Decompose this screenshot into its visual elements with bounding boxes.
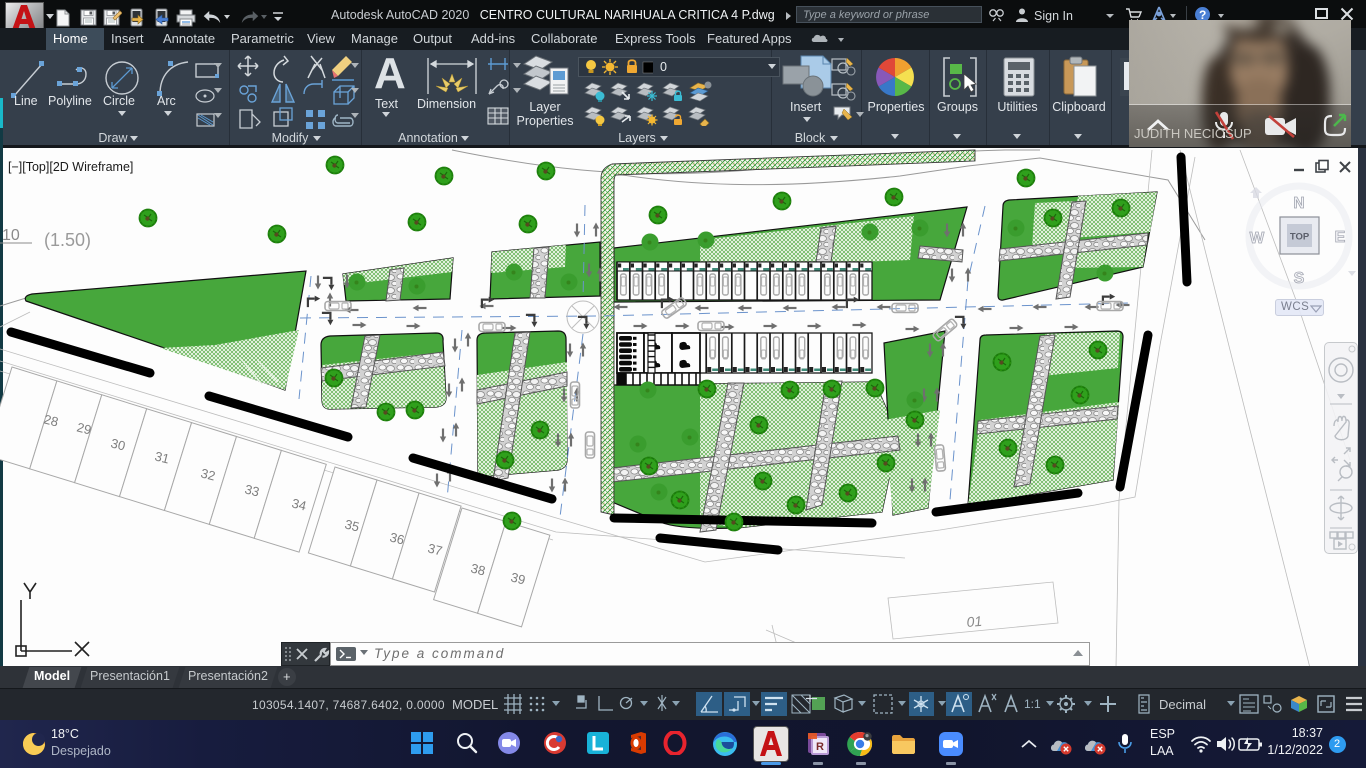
- svg-text:(1.50): (1.50): [44, 230, 91, 250]
- svg-text:S: S: [1294, 270, 1305, 287]
- svg-text:01: 01: [966, 613, 983, 630]
- svg-text:1:1: 1:1: [1024, 697, 1041, 711]
- svg-text:Decimal: Decimal: [1159, 697, 1206, 712]
- svg-text:TOP: TOP: [1290, 232, 1310, 243]
- svg-text:10: 10: [2, 227, 20, 244]
- svg-text:W: W: [1250, 230, 1265, 247]
- svg-text:R: R: [816, 741, 824, 753]
- svg-text:E: E: [1335, 229, 1346, 246]
- svg-text:N: N: [1293, 195, 1304, 212]
- svg-text:[−][Top][2D Wireframe]: [−][Top][2D Wireframe]: [8, 160, 133, 174]
